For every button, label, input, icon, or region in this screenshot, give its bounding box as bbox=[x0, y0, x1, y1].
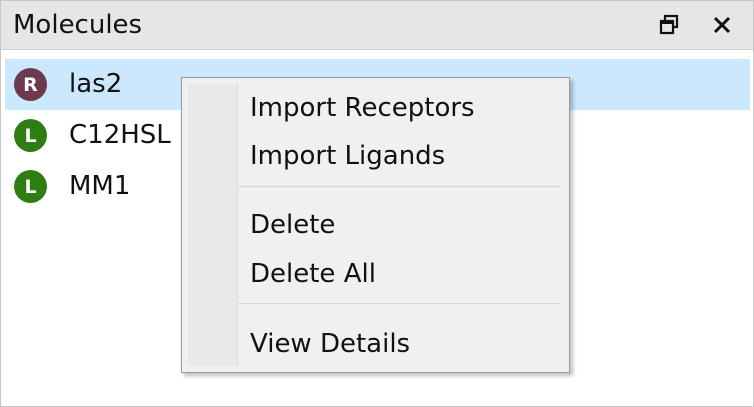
molecule-name: MM1 bbox=[69, 171, 131, 201]
context-menu: Import Receptors Import Ligands Delete D… bbox=[181, 77, 570, 373]
menu-separator bbox=[239, 303, 561, 304]
panel-titlebar: Molecules bbox=[1, 1, 753, 50]
menu-item-label: Import Ligands bbox=[250, 141, 446, 171]
menu-item-delete-all[interactable]: Delete All bbox=[184, 252, 565, 296]
menu-item-delete[interactable]: Delete bbox=[184, 203, 565, 247]
panel-title: Molecules bbox=[13, 10, 143, 40]
ligand-badge-icon: L bbox=[14, 119, 47, 152]
menu-item-label: Import Receptors bbox=[250, 93, 475, 123]
molecule-name: las2 bbox=[69, 69, 123, 99]
close-button[interactable] bbox=[708, 11, 736, 39]
molecule-name: C12HSL bbox=[69, 120, 171, 150]
ligand-badge-icon: L bbox=[14, 170, 47, 203]
menu-item-import-ligands[interactable]: Import Ligands bbox=[184, 134, 565, 178]
receptor-badge-icon: R bbox=[14, 68, 47, 101]
menu-item-label: Delete All bbox=[250, 259, 376, 289]
restore-button[interactable] bbox=[655, 11, 683, 39]
menu-item-label: Delete bbox=[250, 210, 336, 240]
menu-item-view-details[interactable]: View Details bbox=[184, 322, 565, 366]
restore-window-icon bbox=[659, 14, 679, 35]
menu-item-label: View Details bbox=[250, 329, 411, 359]
menu-separator bbox=[239, 186, 561, 187]
close-icon bbox=[713, 16, 731, 34]
menu-item-import-receptors[interactable]: Import Receptors bbox=[184, 86, 565, 130]
